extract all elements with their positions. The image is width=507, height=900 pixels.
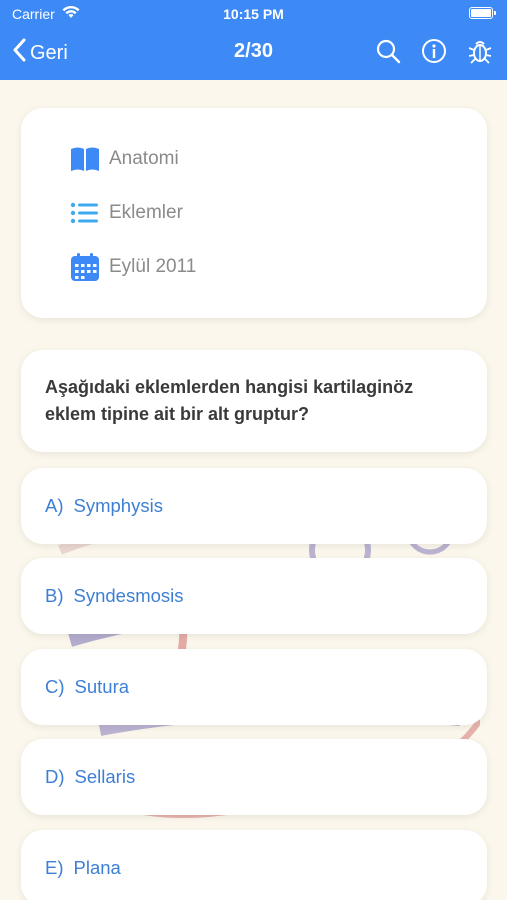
date-row: Eylül 2011 — [69, 252, 196, 282]
book-icon — [69, 144, 101, 174]
calendar-icon — [69, 252, 101, 282]
list-icon — [69, 198, 101, 228]
topic-row: Eklemler — [69, 198, 183, 228]
option-letter: E) — [45, 857, 64, 878]
option-text: Symphysis — [73, 495, 163, 516]
subject-row: Anatomi — [69, 144, 179, 174]
option-text: Syndesmosis — [73, 585, 184, 606]
option-text: Sellaris — [74, 766, 136, 787]
question-text: Aşağıdaki eklemlerden hangisi kartilagin… — [45, 377, 414, 424]
navigation-bar: Geri 2/30 — [0, 30, 507, 74]
option-letter: C) — [45, 676, 65, 697]
info-icon[interactable] — [421, 38, 447, 64]
battery-icon — [469, 7, 496, 19]
option-c[interactable]: C) Sutura — [21, 649, 487, 725]
option-a[interactable]: A) Symphysis — [21, 468, 487, 544]
option-text: Plana — [73, 857, 121, 878]
bug-icon[interactable] — [467, 38, 493, 64]
date-label: Eylül 2011 — [109, 256, 197, 277]
subject-label: Anatomi — [109, 148, 179, 169]
search-icon[interactable] — [375, 38, 401, 64]
option-b[interactable]: B) Syndesmosis — [21, 558, 487, 634]
topic-label: Eklemler — [109, 202, 183, 223]
option-d[interactable]: D) Sellaris — [21, 739, 487, 815]
header-bar: Carrier 10:15 PM Geri 2/30 — [0, 0, 507, 80]
status-time: 10:15 PM — [223, 6, 284, 22]
option-letter: A) — [45, 495, 64, 516]
option-letter: B) — [45, 585, 64, 606]
option-letter: D) — [45, 766, 65, 787]
question-card: Aşağıdaki eklemlerden hangisi kartilagin… — [21, 350, 487, 452]
option-text: Sutura — [74, 676, 130, 697]
status-bar: Carrier 10:15 PM — [0, 0, 507, 28]
option-e[interactable]: E) Plana — [21, 830, 487, 900]
question-info-card: Anatomi Eklemler Eylül 2011 — [21, 108, 487, 318]
